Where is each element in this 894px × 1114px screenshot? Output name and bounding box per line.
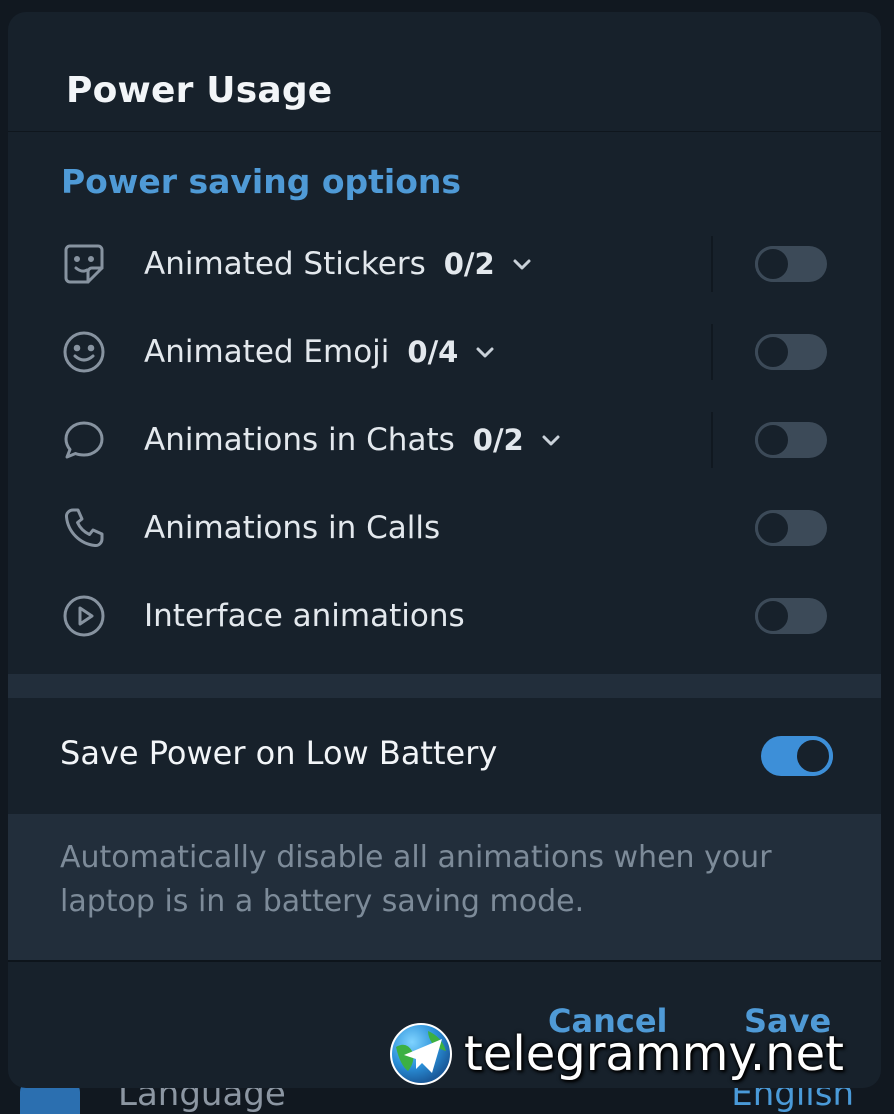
- section-header: Power saving options: [61, 162, 462, 201]
- toggle-knob: [755, 246, 791, 282]
- option-animations-in-chats[interactable]: Animations in Chats 0/2: [8, 396, 881, 484]
- title-divider: [8, 131, 881, 132]
- sticker-icon: [60, 240, 108, 288]
- option-animated-stickers[interactable]: Animated Stickers 0/2: [8, 220, 881, 308]
- option-count: 0/2: [443, 247, 495, 281]
- toggle-knob: [755, 510, 791, 546]
- chevron-down-icon[interactable]: [509, 251, 535, 277]
- option-count: 0/4: [407, 335, 459, 369]
- option-label: Animated Emoji: [144, 334, 390, 370]
- option-animations-in-calls[interactable]: Animations in Calls: [8, 484, 881, 572]
- toggle-animated-stickers[interactable]: [755, 246, 827, 282]
- divider: [8, 960, 881, 962]
- telegram-globe-logo-icon: [390, 1023, 452, 1085]
- phone-icon: [60, 504, 108, 552]
- separator: [711, 412, 713, 468]
- section-divider: [8, 674, 881, 698]
- chat-bubble-icon: [60, 416, 108, 464]
- toggle-knob: [793, 736, 833, 776]
- chevron-down-icon[interactable]: [472, 339, 498, 365]
- option-interface-animations[interactable]: Interface animations: [8, 572, 881, 660]
- dialog-title: Power Usage: [66, 70, 333, 111]
- low-battery-label: Save Power on Low Battery: [60, 734, 498, 772]
- power-usage-dialog: Power Usage Power saving options Animate…: [8, 12, 881, 1088]
- option-label: Interface animations: [144, 598, 465, 634]
- toggle-knob: [755, 598, 791, 634]
- option-count: 0/2: [472, 423, 524, 457]
- option-label: Animated Stickers: [144, 246, 426, 282]
- toggle-animations-in-calls[interactable]: [755, 510, 827, 546]
- watermark-text: telegrammy.net: [464, 1026, 844, 1082]
- toggle-animated-emoji[interactable]: [755, 334, 827, 370]
- smile-icon: [60, 328, 108, 376]
- separator: [711, 324, 713, 380]
- separator: [711, 236, 713, 292]
- low-battery-row[interactable]: Save Power on Low Battery: [8, 698, 881, 814]
- play-circle-icon: [60, 592, 108, 640]
- option-animated-emoji[interactable]: Animated Emoji 0/4: [8, 308, 881, 396]
- toggle-knob: [755, 334, 791, 370]
- screen: Language English Power Usage Power savin…: [0, 0, 894, 1114]
- option-label: Animations in Chats: [144, 422, 455, 458]
- watermark: telegrammy.net: [388, 1018, 844, 1090]
- toggle-knob: [755, 422, 791, 458]
- toggle-animations-in-chats[interactable]: [755, 422, 827, 458]
- hint-box: Automatically disable all animations whe…: [8, 814, 881, 960]
- chevron-down-icon[interactable]: [538, 427, 564, 453]
- low-battery-hint: Automatically disable all animations whe…: [60, 840, 772, 919]
- option-label: Animations in Calls: [144, 510, 441, 546]
- toggle-low-battery[interactable]: [761, 736, 833, 776]
- toggle-interface-animations[interactable]: [755, 598, 827, 634]
